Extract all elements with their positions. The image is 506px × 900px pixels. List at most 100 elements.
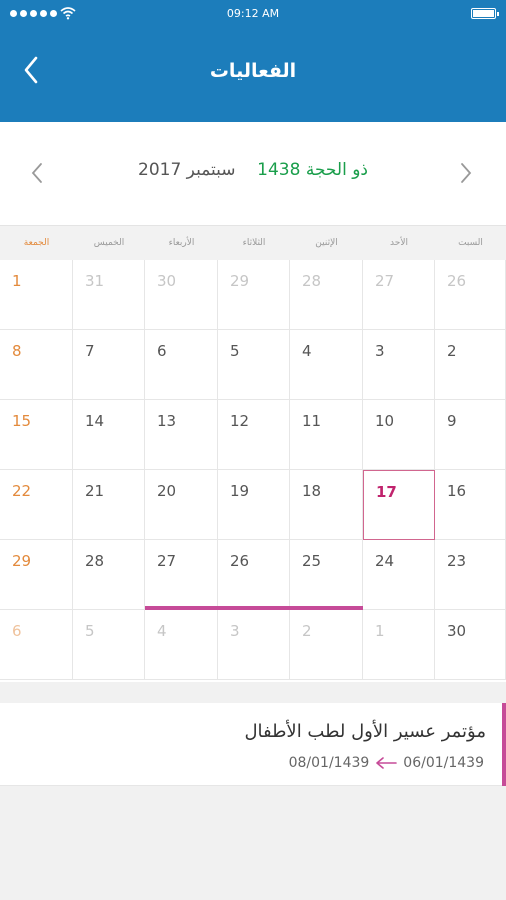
day-number: 25	[302, 552, 322, 570]
calendar-day[interactable]: 9	[435, 400, 506, 470]
calendar-grid: 26 27 28 29 30 31 1 2 3 4 5 6 7 8 9 10 11 12 13 14 15 16 17 18 1…	[0, 260, 506, 682]
day-number: 3	[230, 622, 240, 640]
day-number: 9	[447, 412, 457, 430]
weekday-label: السبت	[458, 238, 483, 248]
hijri-month: ذو الحجة 1438	[257, 160, 368, 180]
next-month-icon[interactable]	[453, 161, 477, 185]
event-title: مؤتمر عسير الأول لطب الأطفال	[244, 721, 486, 742]
calendar-day[interactable]: 2	[290, 610, 363, 680]
calendar-day[interactable]: 30	[145, 260, 218, 330]
calendar-day[interactable]: 11	[290, 400, 363, 470]
calendar-day[interactable]: 18	[290, 470, 363, 540]
day-number: 2	[447, 342, 457, 360]
calendar-day[interactable]: 17	[363, 470, 435, 540]
day-number: 23	[447, 552, 467, 570]
calendar-day[interactable]: 16	[435, 470, 506, 540]
calendar-day[interactable]: 6	[145, 330, 218, 400]
day-number: 10	[375, 412, 395, 430]
calendar-day[interactable]: 28	[73, 540, 145, 610]
calendar-day[interactable]: 31	[73, 260, 145, 330]
calendar-day[interactable]: 26	[435, 260, 506, 330]
calendar-day[interactable]: 29	[0, 540, 73, 610]
day-number: 17	[376, 483, 397, 501]
day-number: 4	[157, 622, 167, 640]
calendar-day[interactable]: 3	[218, 610, 290, 680]
arrow-left-icon	[376, 757, 398, 769]
calendar-day[interactable]: 4	[290, 330, 363, 400]
gregorian-month: سبتمبر 2017	[138, 160, 236, 180]
calendar-day[interactable]: 30	[435, 610, 506, 680]
calendar-day[interactable]: 7	[73, 330, 145, 400]
weekday-label: الأربعاء	[168, 238, 195, 248]
app-header: 09:12 AM الفعاليات	[0, 0, 506, 122]
day-number: 21	[85, 482, 105, 500]
day-number: 7	[85, 342, 95, 360]
status-time: 09:12 AM	[226, 7, 280, 20]
day-number: 24	[375, 552, 395, 570]
calendar-day[interactable]: 1	[363, 610, 435, 680]
calendar-day[interactable]: 23	[435, 540, 506, 610]
event-range-indicator	[145, 606, 363, 610]
weekday-label: الجمعة	[23, 238, 50, 248]
day-number: 14	[85, 412, 105, 430]
calendar-day[interactable]: 5	[218, 330, 290, 400]
calendar-day[interactable]: 15	[0, 400, 73, 470]
calendar-day[interactable]: 3	[363, 330, 435, 400]
calendar-day[interactable]: 26	[218, 540, 290, 610]
calendar-day[interactable]: 2	[435, 330, 506, 400]
day-number: 11	[302, 412, 322, 430]
event-start-date: 06/01/1439	[403, 755, 484, 771]
calendar-day[interactable]: 1	[0, 260, 73, 330]
day-number: 1	[375, 622, 385, 640]
day-number: 28	[302, 272, 322, 290]
day-number: 6	[157, 342, 167, 360]
page-title: الفعاليات	[209, 60, 297, 82]
day-number: 19	[230, 482, 250, 500]
event-dates: 08/01/1439 06/01/1439	[289, 755, 484, 771]
calendar-day[interactable]: 19	[218, 470, 290, 540]
day-number: 1	[12, 272, 22, 290]
calendar-day[interactable]: 13	[145, 400, 218, 470]
calendar-day[interactable]: 10	[363, 400, 435, 470]
calendar-day[interactable]: 24	[363, 540, 435, 610]
calendar-day[interactable]: 27	[363, 260, 435, 330]
day-number: 22	[12, 482, 32, 500]
calendar-day[interactable]: 25	[290, 540, 363, 610]
weekday-label: الإثنين	[315, 238, 338, 248]
event-end-date: 08/01/1439	[288, 755, 370, 771]
event-accent-bar	[502, 703, 506, 786]
day-number: 15	[12, 412, 32, 430]
day-number: 16	[447, 482, 467, 500]
calendar-day[interactable]: 8	[0, 330, 73, 400]
day-number: 27	[375, 272, 395, 290]
calendar-day[interactable]: 6	[0, 610, 73, 680]
calendar-day[interactable]: 12	[218, 400, 290, 470]
battery-icon	[471, 8, 499, 19]
day-number: 5	[230, 342, 240, 360]
day-number: 5	[85, 622, 95, 640]
day-number: 30	[447, 622, 467, 640]
day-number: 30	[157, 272, 177, 290]
day-number: 20	[157, 482, 177, 500]
calendar-day[interactable]: 20	[145, 470, 218, 540]
calendar-day[interactable]: 29	[218, 260, 290, 330]
day-number: 3	[375, 342, 385, 360]
day-number: 26	[230, 552, 250, 570]
calendar-day[interactable]: 4	[145, 610, 218, 680]
day-number: 29	[12, 552, 32, 570]
day-number: 27	[157, 552, 177, 570]
day-number: 8	[12, 342, 22, 360]
day-number: 12	[230, 412, 250, 430]
month-label: ذو الحجة 1438 سبتمبر 2017	[0, 160, 506, 180]
calendar-day[interactable]: 28	[290, 260, 363, 330]
event-card[interactable]: مؤتمر عسير الأول لطب الأطفال 08/01/1439 …	[0, 703, 506, 786]
weekday-header: السبت الأحد الإثنين الثلاثاء الأربعاء الخميس ا…	[0, 225, 506, 260]
calendar-day[interactable]: 21	[73, 470, 145, 540]
calendar-day[interactable]: 14	[73, 400, 145, 470]
calendar-day[interactable]: 5	[73, 610, 145, 680]
month-navigator: ذو الحجة 1438 سبتمبر 2017	[0, 122, 506, 225]
calendar-day[interactable]: 27	[145, 540, 218, 610]
calendar-day[interactable]: 22	[0, 470, 73, 540]
day-number: 29	[230, 272, 250, 290]
day-number: 4	[302, 342, 312, 360]
